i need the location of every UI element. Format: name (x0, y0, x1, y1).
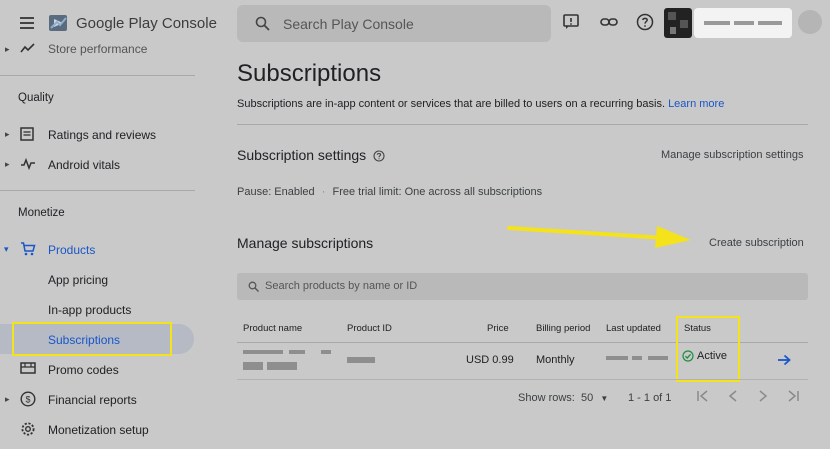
annotation-highlight-box (676, 316, 740, 382)
column-header-product-name[interactable]: Product name (243, 323, 302, 334)
vitals-icon (20, 157, 36, 173)
annotation-arrow (505, 214, 695, 254)
column-header-product-id[interactable]: Product ID (347, 323, 392, 334)
redacted-last-updated (606, 356, 670, 362)
section-divider (237, 124, 808, 125)
feedback-icon[interactable] (562, 13, 582, 33)
help-icon[interactable] (636, 13, 656, 33)
create-subscription-link[interactable]: Create subscription (709, 237, 804, 249)
ratings-icon (20, 127, 36, 143)
expand-caret-icon[interactable]: ▸ (5, 394, 10, 405)
menu-icon[interactable] (20, 17, 34, 29)
previous-page-icon[interactable] (727, 389, 739, 403)
developer-avatar[interactable] (664, 8, 692, 38)
column-header-billing-period[interactable]: Billing period (536, 323, 590, 334)
user-avatar[interactable] (798, 10, 822, 34)
learn-more-link[interactable]: Learn more (668, 98, 724, 110)
manage-subscription-settings-link[interactable]: Manage subscription settings (661, 149, 803, 161)
pagination-range: 1 - 1 of 1 (628, 392, 672, 404)
last-page-icon[interactable] (786, 389, 800, 403)
sidebar-item-store-performance[interactable]: Store performance (48, 42, 147, 56)
settings-summary: Pause: Enabled · Free trial limit: One a… (237, 186, 542, 198)
first-page-icon[interactable] (696, 389, 710, 403)
dropdown-caret-icon: ▼ (600, 394, 609, 403)
promo-icon (20, 361, 36, 377)
column-header-last-updated[interactable]: Last updated (606, 323, 661, 334)
collapse-caret-icon[interactable]: ▾ (4, 244, 9, 255)
search-placeholder: Search Play Console (283, 16, 414, 32)
info-icon[interactable] (373, 150, 385, 162)
sidebar-divider (0, 190, 195, 191)
show-rows-label: Show rows: (518, 392, 575, 404)
sidebar-item-monetization-setup[interactable]: Monetization setup (48, 423, 149, 437)
cart-icon (20, 241, 36, 257)
dollar-icon: $ (20, 391, 36, 407)
redacted-product-name (243, 348, 333, 374)
settings-gear-icon (20, 421, 36, 437)
page-title: Subscriptions (237, 60, 382, 87)
arrow-right-icon[interactable] (777, 354, 791, 366)
expand-caret-icon[interactable]: ▸ (5, 159, 10, 170)
trend-icon (20, 42, 36, 58)
subscription-settings-title: Subscription settings (237, 147, 366, 163)
free-trial-limit: Free trial limit: One across all subscri… (332, 186, 543, 198)
sidebar-item-app-pricing[interactable]: App pricing (48, 273, 108, 287)
expand-caret-icon[interactable]: ▸ (5, 44, 10, 55)
product-search-placeholder: Search products by name or ID (265, 280, 418, 292)
section-heading-monetize: Monetize (18, 207, 65, 219)
play-console-logo-icon (48, 12, 70, 34)
rows-per-page-select[interactable]: 50 ▼ (581, 392, 608, 404)
rows-per-page-value: 50 (581, 392, 594, 404)
sidebar-item-financial-reports[interactable]: Financial reports (48, 393, 137, 407)
check-circle-icon (682, 350, 694, 362)
manage-subscriptions-title: Manage subscriptions (237, 235, 374, 251)
search-bar[interactable]: Search Play Console (237, 5, 551, 42)
status-text: Active (697, 350, 727, 362)
page-subtitle: Subscriptions are in-app content or serv… (237, 98, 724, 110)
expand-caret-icon[interactable]: ▸ (5, 129, 10, 140)
sidebar-item-subscriptions[interactable]: Subscriptions (48, 333, 120, 347)
settings-title-text: Subscription settings (237, 147, 367, 163)
status-badge: Active (682, 350, 727, 362)
search-icon (255, 16, 270, 31)
top-bar: Google Play Console Search Play Console (0, 0, 830, 46)
product-search-bar[interactable]: Search products by name or ID (237, 273, 808, 300)
column-header-price[interactable]: Price (487, 323, 509, 334)
next-page-icon[interactable] (757, 389, 769, 403)
svg-text:$: $ (25, 395, 30, 405)
brand-title: Google Play Console (76, 15, 217, 32)
subtitle-text: Subscriptions are in-app content or serv… (237, 98, 665, 110)
separator-dot: · (321, 186, 326, 198)
sidebar-item-android-vitals[interactable]: Android vitals (48, 158, 120, 172)
sidebar-item-inapp-products[interactable]: In-app products (48, 303, 131, 317)
sidebar-divider (0, 75, 195, 76)
link-icon[interactable] (599, 13, 619, 33)
search-icon (248, 281, 259, 292)
price-cell: USD 0.99 (466, 354, 514, 366)
account-selector[interactable] (694, 8, 792, 38)
section-heading-quality: Quality (18, 92, 54, 104)
table-row-divider (237, 379, 808, 380)
billing-period-cell: Monthly (536, 354, 575, 366)
sidebar-item-promo-codes[interactable]: Promo codes (48, 363, 119, 377)
sidebar-item-ratings[interactable]: Ratings and reviews (48, 128, 156, 142)
pause-status: Pause: Enabled (237, 186, 315, 198)
sidebar-item-products[interactable]: Products (48, 243, 95, 257)
redacted-product-id (347, 355, 377, 365)
